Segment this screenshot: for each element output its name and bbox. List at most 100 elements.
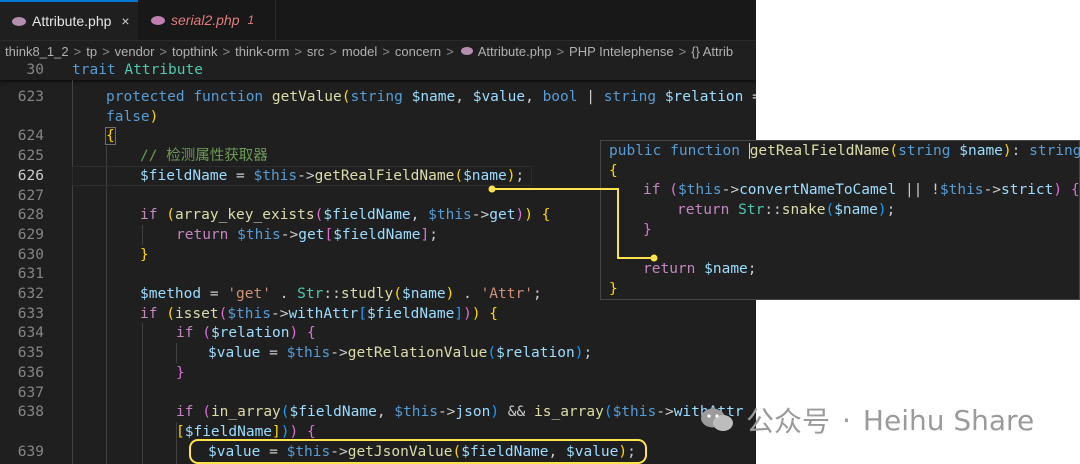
chevron-right-icon: > bbox=[556, 43, 565, 59]
breadcrumb-item[interactable]: think-orm bbox=[235, 44, 289, 59]
token: get bbox=[489, 207, 516, 224]
code-line: { bbox=[601, 162, 1080, 182]
watermark-dot: · bbox=[842, 403, 851, 437]
token[interactable]: getRealFieldName bbox=[315, 168, 455, 184]
breadcrumb-item[interactable]: model bbox=[342, 44, 377, 59]
token: snake bbox=[781, 202, 826, 219]
token: json bbox=[455, 404, 491, 421]
token: $value bbox=[208, 443, 261, 460]
token: $name bbox=[834, 202, 878, 219]
close-icon[interactable]: × bbox=[121, 13, 129, 29]
line-number: 628 bbox=[17, 207, 44, 224]
token: protected bbox=[106, 89, 185, 105]
breadcrumb-item[interactable]: tp bbox=[86, 44, 97, 59]
token: $this bbox=[253, 167, 298, 184]
token: Str bbox=[297, 286, 324, 302]
breadcrumb-item[interactable]: vendor bbox=[115, 44, 155, 59]
breadcrumb-item[interactable]: PHP Intelephense bbox=[569, 44, 674, 59]
token: $fieldName bbox=[367, 305, 455, 322]
php-file-icon bbox=[12, 16, 26, 26]
tab-bar: Attribute.php × serial2.php 1 bbox=[0, 0, 756, 41]
problem-count-badge: 1 bbox=[247, 13, 255, 27]
token: public bbox=[609, 143, 662, 159]
token: is_array bbox=[534, 404, 604, 421]
line-number: 625 bbox=[17, 148, 44, 165]
tab-attribute-php[interactable]: Attribute.php × bbox=[0, 0, 138, 40]
breadcrumb-item[interactable]: topthink bbox=[172, 44, 218, 59]
token: string bbox=[898, 143, 951, 159]
breadcrumb-item[interactable]: think8_1_2 bbox=[5, 44, 69, 59]
php-file-icon bbox=[460, 47, 473, 55]
token: $method bbox=[140, 286, 202, 302]
token: $fieldName bbox=[184, 423, 273, 440]
token: withAttr bbox=[288, 305, 359, 322]
tab-serial2-php[interactable]: serial2.php 1 bbox=[139, 0, 276, 40]
line-number: 632 bbox=[17, 286, 44, 302]
chevron-right-icon: > bbox=[382, 43, 390, 59]
line-code: $method = 'get' . Str::studly($name) . '… bbox=[140, 286, 542, 302]
token: getRelationValue bbox=[347, 345, 488, 362]
token: $this bbox=[612, 404, 657, 421]
token: bool bbox=[542, 89, 578, 105]
sticky-scroll-header[interactable]: 30 trait Attribute bbox=[0, 61, 756, 80]
line-number: 629 bbox=[17, 226, 44, 243]
watermark-brand: 公众号 bbox=[746, 405, 831, 438]
line-code: false) bbox=[106, 108, 159, 125]
line-code: } bbox=[609, 280, 618, 297]
line-code: $fieldName = $this->getRealFieldName($na… bbox=[140, 167, 525, 184]
token: if bbox=[140, 305, 158, 322]
code-line: } bbox=[601, 280, 1080, 300]
breadcrumb-item[interactable]: concern bbox=[395, 44, 441, 59]
token: || bbox=[904, 182, 923, 199]
token: $this bbox=[286, 443, 331, 460]
token: get bbox=[298, 226, 325, 243]
breadcrumb-item[interactable]: Attribute.php bbox=[478, 44, 552, 59]
token: 'Attr' bbox=[480, 286, 533, 302]
code-line: if ($this->convertNameToCamel || !$this-… bbox=[601, 181, 1080, 201]
line-number: 624 bbox=[17, 128, 44, 145]
line-code: [$fieldName])) { bbox=[176, 423, 316, 440]
line-number: 635 bbox=[17, 345, 44, 362]
line-number: 638 bbox=[17, 404, 44, 421]
token: $name bbox=[704, 261, 748, 278]
breadcrumb-item[interactable]: src bbox=[307, 44, 324, 59]
chevron-right-icon: > bbox=[159, 43, 167, 59]
tab-label: Attribute.php bbox=[32, 13, 112, 29]
line-code: } bbox=[140, 246, 149, 263]
line-number: 627 bbox=[17, 187, 44, 204]
token: strict bbox=[1001, 182, 1054, 199]
token: getValue bbox=[271, 89, 342, 105]
token: studly bbox=[340, 286, 394, 302]
token: if bbox=[176, 325, 194, 342]
token: $this bbox=[428, 207, 472, 224]
breadcrumb-item[interactable]: {} Attrib bbox=[691, 44, 733, 59]
code-line: } bbox=[601, 221, 1080, 241]
tab-label: serial2.php bbox=[171, 12, 240, 28]
chevron-right-icon: > bbox=[222, 43, 231, 59]
breadcrumb: think8_1_2 > tp > vendor > topthink > th… bbox=[0, 41, 756, 61]
token: $value bbox=[566, 443, 619, 460]
token: ! bbox=[931, 182, 940, 199]
chevron-right-icon: > bbox=[73, 43, 82, 59]
token: = bbox=[752, 89, 756, 105]
token: -> bbox=[297, 167, 315, 184]
trait-name: Attribute bbox=[124, 62, 203, 78]
token: | bbox=[586, 89, 595, 105]
line-number: 636 bbox=[17, 364, 44, 381]
token: $this bbox=[939, 182, 984, 199]
line-code: if (in_array($fieldName, $this->json) &&… bbox=[176, 403, 744, 423]
line-code: if ($relation) { bbox=[176, 325, 316, 342]
token: $fieldName bbox=[140, 167, 228, 184]
token: $relation bbox=[664, 89, 744, 105]
watermark: 公众号 · Heihu Share bbox=[700, 400, 1034, 440]
line-code: return $this->get[$fieldName]; bbox=[176, 226, 438, 243]
token: 'get' bbox=[227, 286, 271, 302]
token: $this bbox=[286, 345, 331, 362]
token: $value bbox=[208, 345, 261, 362]
token: $name bbox=[959, 143, 1003, 159]
token: convertNameToCamel bbox=[739, 182, 897, 199]
keyword: trait bbox=[72, 62, 116, 78]
token: $fieldName bbox=[323, 207, 411, 224]
code-line: 635 $value = $this->getRelationValue($re… bbox=[0, 344, 756, 364]
token: Str bbox=[738, 202, 765, 219]
